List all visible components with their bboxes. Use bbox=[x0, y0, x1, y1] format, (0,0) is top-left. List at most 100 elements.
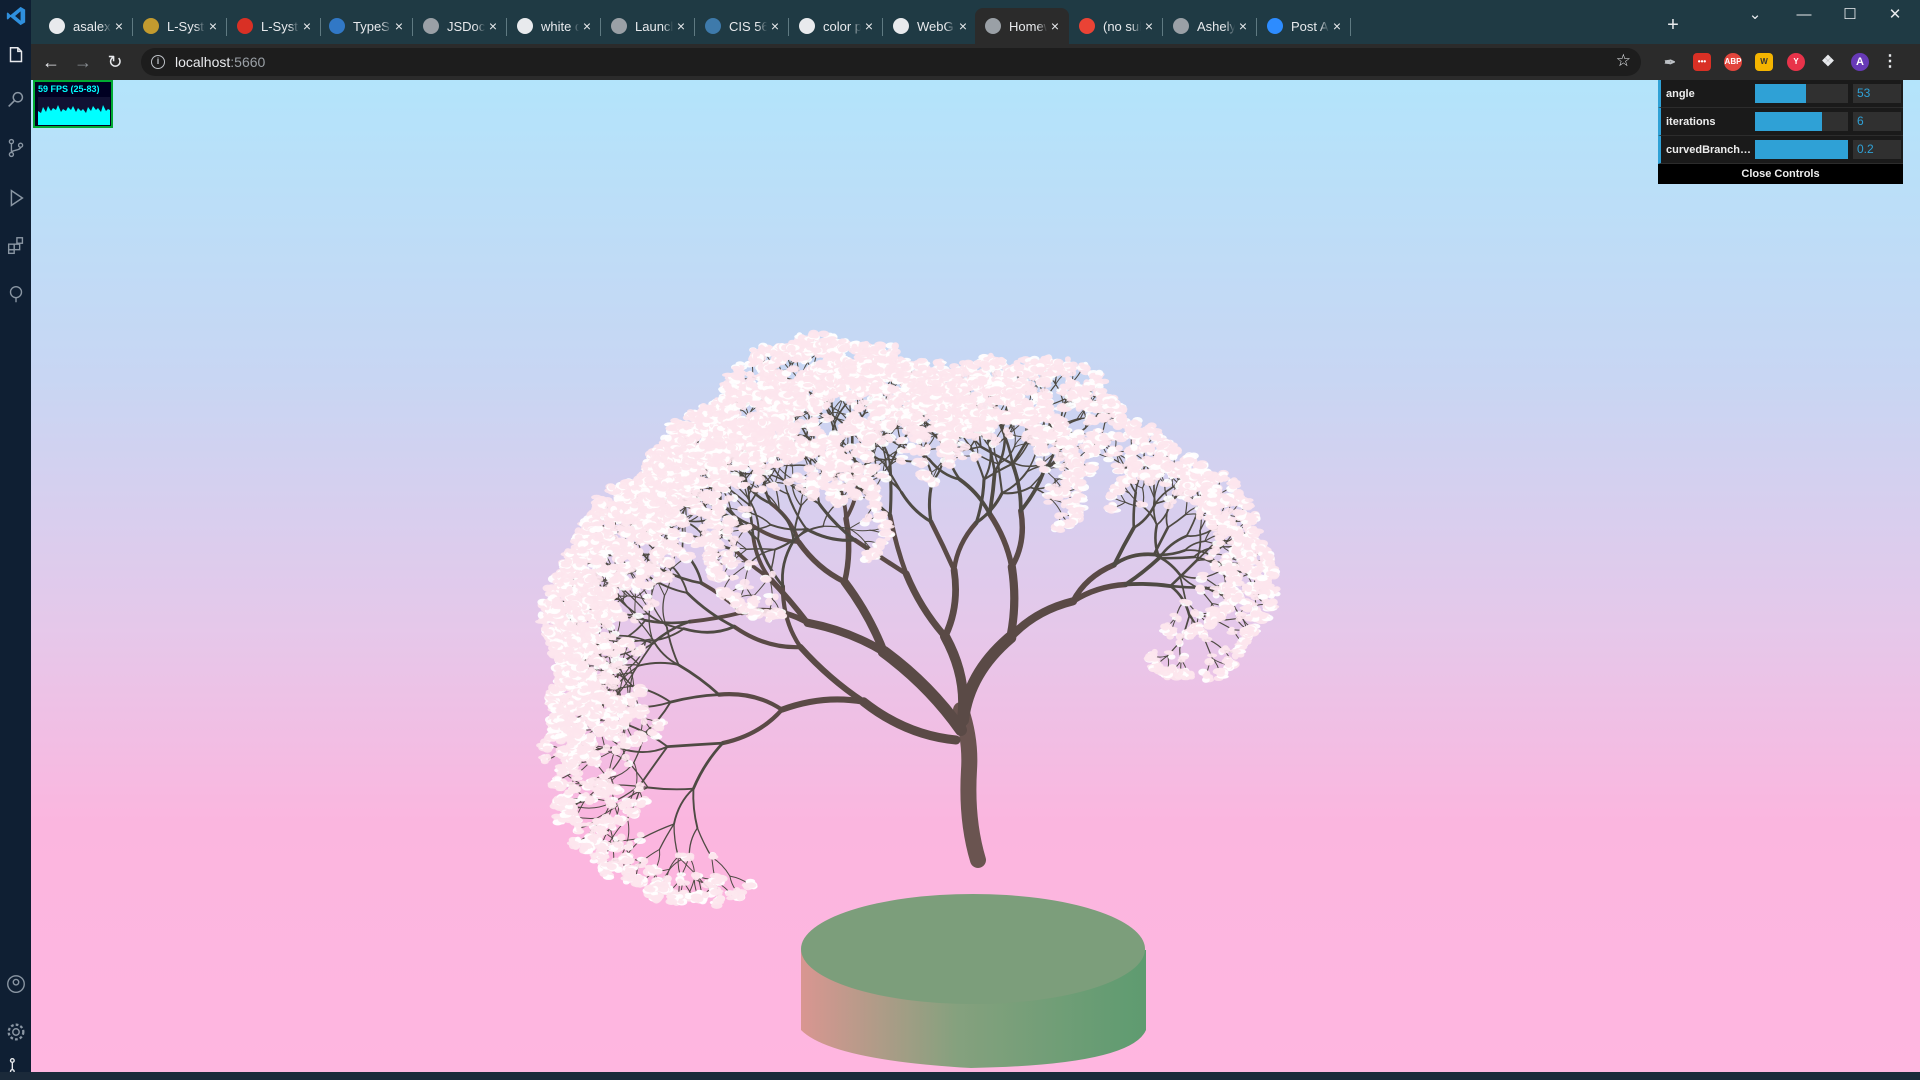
forward-arrow-icon[interactable]: → bbox=[71, 50, 95, 74]
profile-avatar[interactable]: A bbox=[1851, 53, 1869, 71]
tab-2[interactable]: L-System× bbox=[227, 8, 321, 44]
maximize-button[interactable]: ☐ bbox=[1828, 0, 1872, 30]
tab-8[interactable]: color pick× bbox=[789, 8, 883, 44]
tab-close-icon[interactable]: × bbox=[299, 18, 315, 34]
webgl-canvas[interactable]: 59 FPS (25-83) angle 53 iterations 6 curvedB… bbox=[31, 80, 1920, 1072]
tree-branch bbox=[1010, 601, 1073, 637]
blossom bbox=[1136, 501, 1148, 508]
chrome-menu-icon[interactable]: ⋮ bbox=[1881, 53, 1899, 71]
blossom bbox=[1226, 627, 1237, 635]
tab-11[interactable]: (no subje× bbox=[1069, 8, 1163, 44]
source-control-icon[interactable] bbox=[4, 136, 28, 160]
tree-branch bbox=[1185, 541, 1205, 550]
tree-branch bbox=[1013, 464, 1021, 511]
tab-label: WebGLRe bbox=[917, 19, 955, 34]
tree-branch bbox=[785, 462, 788, 494]
tab-close-icon[interactable]: × bbox=[111, 18, 127, 34]
site-info-icon[interactable]: i bbox=[151, 55, 165, 69]
blossom bbox=[1204, 653, 1217, 665]
tree-branch bbox=[801, 647, 864, 702]
tree-branch bbox=[1010, 567, 1014, 638]
zoom-icon bbox=[1267, 18, 1283, 34]
tab-close-icon[interactable]: × bbox=[767, 18, 783, 34]
tab-label: white dog bbox=[541, 19, 579, 34]
tab-label: JSDoc: So bbox=[447, 19, 485, 34]
tab-close-icon[interactable]: × bbox=[579, 18, 595, 34]
tab-label: asalexan/ bbox=[73, 19, 111, 34]
y-extension-icon[interactable]: Y bbox=[1787, 53, 1805, 71]
tree-branch bbox=[723, 710, 782, 743]
tab-close-icon[interactable]: × bbox=[485, 18, 501, 34]
tab-3[interactable]: TypeScrip× bbox=[319, 8, 413, 44]
tab-9[interactable]: WebGLRe× bbox=[883, 8, 977, 44]
tab-1[interactable]: L-System× bbox=[133, 8, 227, 44]
tab-12[interactable]: AshelyCy× bbox=[1163, 8, 1257, 44]
minimize-button[interactable]: — bbox=[1782, 0, 1826, 30]
tab-5[interactable]: white dog× bbox=[507, 8, 601, 44]
tab-close-icon[interactable]: × bbox=[1329, 18, 1345, 34]
document-icon bbox=[1173, 18, 1189, 34]
tab-4[interactable]: JSDoc: So× bbox=[413, 8, 507, 44]
tab-close-icon[interactable]: × bbox=[205, 18, 221, 34]
accounts-icon[interactable] bbox=[4, 972, 28, 996]
settings-gear-icon[interactable] bbox=[4, 1020, 28, 1044]
url-host: localhost bbox=[175, 54, 230, 70]
blossom bbox=[1195, 585, 1205, 595]
tree-branch bbox=[1126, 558, 1160, 585]
blossom bbox=[1196, 572, 1209, 583]
tab-close-icon[interactable]: × bbox=[1141, 18, 1157, 34]
remote-explorer-icon[interactable] bbox=[4, 282, 28, 306]
close-window-button[interactable]: ✕ bbox=[1873, 0, 1917, 30]
tree-branch bbox=[674, 789, 693, 824]
tab-label: CIS 566 ( bbox=[729, 19, 767, 34]
blossom bbox=[1108, 431, 1124, 439]
tab-close-icon[interactable]: × bbox=[391, 18, 407, 34]
tab-close-icon[interactable]: × bbox=[861, 18, 877, 34]
tab-label: TypeScrip bbox=[353, 19, 391, 34]
tree-branch bbox=[984, 448, 991, 480]
tab-close-icon[interactable]: × bbox=[673, 18, 689, 34]
url-text: localhost:5660 bbox=[175, 54, 265, 70]
blossom bbox=[1169, 613, 1181, 623]
url-port: :5660 bbox=[230, 54, 265, 70]
back-arrow-icon[interactable]: ← bbox=[39, 50, 63, 74]
google-icon bbox=[799, 18, 815, 34]
tab-close-icon[interactable]: × bbox=[1235, 18, 1251, 34]
color-picker-icon[interactable]: ✒ bbox=[1661, 53, 1679, 71]
bookmark-star-icon[interactable]: ☆ bbox=[1616, 51, 1631, 71]
address-bar[interactable]: i localhost:5660 ☆ bbox=[141, 48, 1641, 76]
blossom bbox=[1056, 384, 1068, 397]
lastpass-extension-icon[interactable]: ••• bbox=[1693, 53, 1711, 71]
github-icon bbox=[893, 18, 909, 34]
tab-separator bbox=[1350, 18, 1351, 36]
tree-branch bbox=[684, 627, 734, 633]
gmail-icon bbox=[1079, 18, 1095, 34]
tab-0[interactable]: asalexan/× bbox=[39, 8, 133, 44]
w-extension-icon[interactable]: W bbox=[1755, 53, 1773, 71]
new-tab-button[interactable]: + bbox=[1661, 13, 1685, 37]
tab-close-icon[interactable]: × bbox=[1047, 18, 1063, 34]
tab-10[interactable]: Homewo× bbox=[975, 8, 1069, 44]
tab-7[interactable]: CIS 566 (× bbox=[695, 8, 789, 44]
globe-icon bbox=[611, 18, 627, 34]
reload-icon[interactable]: ↻ bbox=[103, 50, 127, 74]
tree-branch bbox=[640, 663, 679, 666]
extensions-icon[interactable] bbox=[4, 234, 28, 258]
tree-branch bbox=[689, 828, 697, 857]
extensions-puzzle-icon[interactable]: ❖ bbox=[1819, 53, 1837, 71]
tree-branch bbox=[963, 638, 1010, 720]
tab-6[interactable]: Launch M× bbox=[601, 8, 695, 44]
run-debug-icon[interactable] bbox=[4, 186, 28, 210]
explorer-icon[interactable] bbox=[4, 44, 28, 68]
globe-icon bbox=[423, 18, 439, 34]
tree-branch bbox=[1012, 511, 1023, 567]
tab-close-icon[interactable]: × bbox=[955, 18, 971, 34]
tree-branch bbox=[1171, 561, 1197, 587]
tree-branch bbox=[697, 828, 711, 857]
tree-branch bbox=[580, 803, 610, 808]
tab-search-chevron-icon[interactable]: ⌄ bbox=[1733, 0, 1777, 30]
tab-label: Homewo bbox=[1009, 19, 1047, 34]
adblock-extension-icon[interactable]: ABP bbox=[1724, 53, 1742, 71]
tab-13[interactable]: Post Atte× bbox=[1257, 8, 1351, 44]
search-icon[interactable] bbox=[4, 88, 28, 112]
